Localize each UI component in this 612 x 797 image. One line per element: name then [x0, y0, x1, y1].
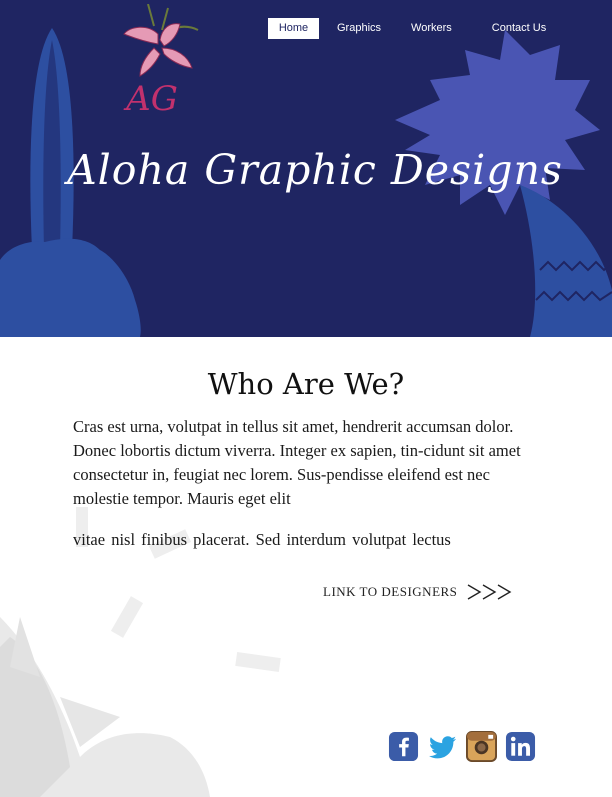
logo-monogram: AG	[123, 79, 178, 119]
top-nav: Home Graphics Workers Contact Us	[268, 18, 556, 39]
link-to-designers-label: LINK TO DESIGNERS	[323, 584, 458, 599]
main-content: Who Are We? Cras est urna, volutpat in t…	[0, 337, 612, 797]
header-banner: AG Home Graphics Workers Contact Us Aloh…	[0, 0, 612, 337]
twitter-icon[interactable]	[427, 731, 458, 762]
logo: AG	[123, 4, 199, 119]
intro-paragraph: Cras est urna, volutpat in tellus sit am…	[73, 417, 521, 508]
triple-chevron-right-icon	[468, 584, 512, 600]
nav-home[interactable]: Home	[268, 18, 319, 39]
site-title: Aloha Graphic Designs	[67, 146, 563, 194]
nav-workers[interactable]: Workers	[401, 18, 462, 39]
social-links	[388, 731, 536, 762]
nav-contact-us[interactable]: Contact Us	[482, 18, 556, 39]
instagram-icon[interactable]	[466, 731, 497, 762]
facebook-icon[interactable]	[388, 731, 419, 762]
linkedin-icon[interactable]	[505, 731, 536, 762]
intro-paragraph-continued: vitae nisl finibus placerat. Sed interdu…	[73, 530, 451, 549]
nav-graphics[interactable]: Graphics	[327, 18, 391, 39]
link-to-designers[interactable]: LINK TO DESIGNERS	[323, 582, 514, 602]
section-heading: Who Are We?	[207, 367, 405, 401]
